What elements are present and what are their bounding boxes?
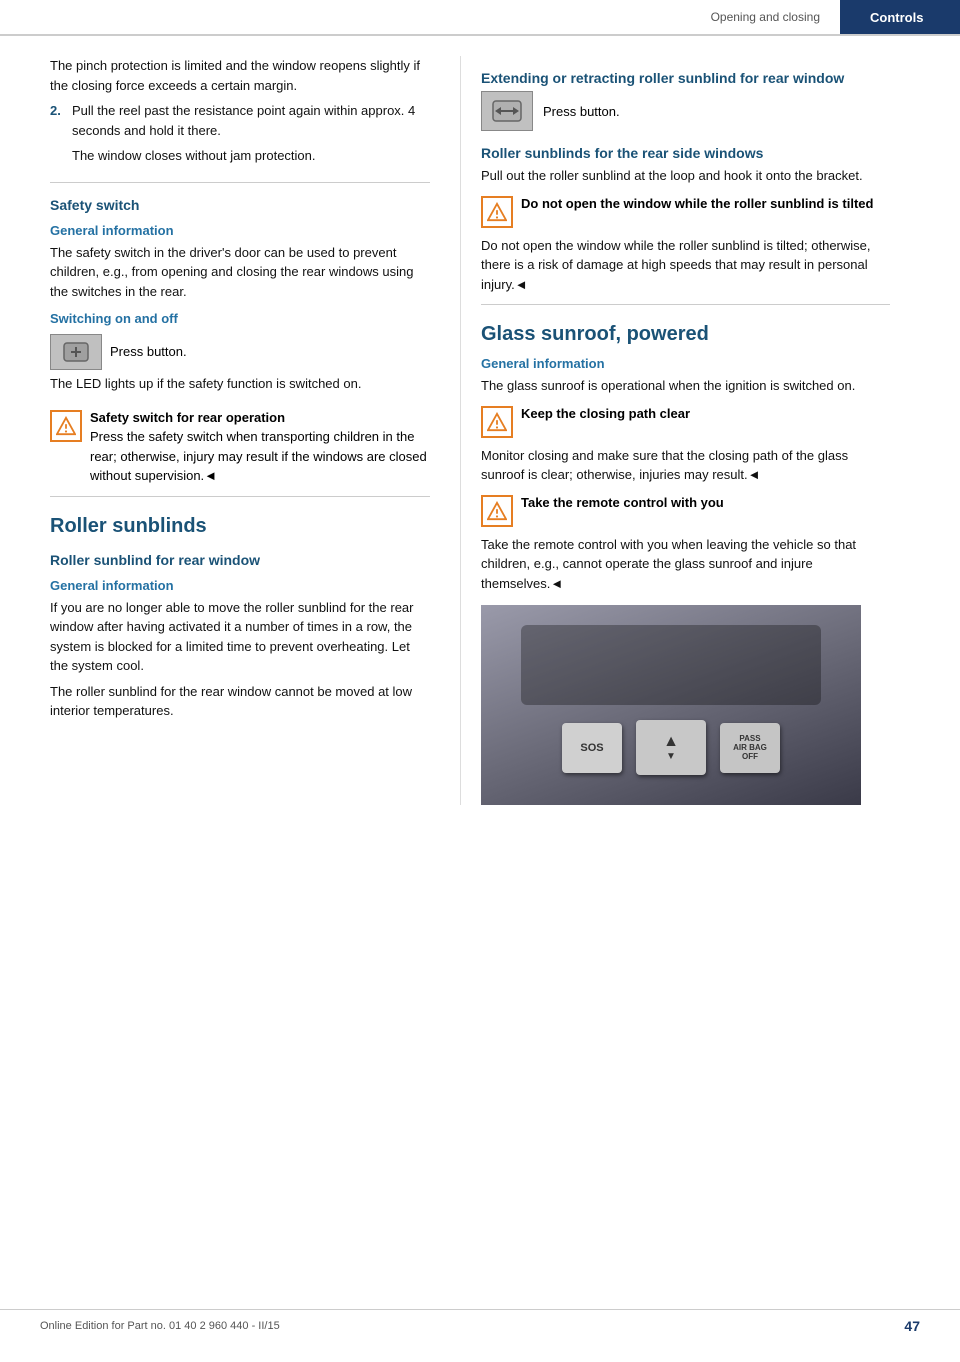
warning-title-closing: Keep the closing path clear — [521, 406, 690, 421]
extending-button-image — [481, 91, 533, 131]
glass-sunroof-title: Glass sunroof, powered — [481, 323, 890, 346]
sunroof-control-btn: ▲ ▼ — [636, 720, 706, 775]
intro-text-1: The pinch protection is limited and the … — [50, 56, 430, 95]
extending-button-row: Press button. — [481, 91, 890, 131]
divider-right-1 — [481, 304, 890, 305]
safety-general-info-text: The safety switch in the driver's door c… — [50, 243, 430, 302]
step-2: 2. Pull the reel past the resistance poi… — [50, 101, 430, 172]
roller-para-1: If you are no longer able to move the ro… — [50, 598, 430, 676]
safety-switch-icon — [62, 341, 90, 363]
safety-switch-title: Safety switch — [50, 197, 430, 213]
warning-text-closing: Keep the closing path clear — [521, 404, 890, 424]
left-column: The pinch protection is limited and the … — [0, 56, 460, 805]
safety-general-info-title: General information — [50, 223, 430, 238]
warning-text-remote: Take the remote control with you — [521, 493, 890, 513]
footer: Online Edition for Part no. 01 40 2 960 … — [0, 1309, 960, 1342]
roller-general-info-title: General information — [50, 578, 430, 593]
divider-2 — [50, 496, 430, 497]
roller-sunblinds-title: Roller sunblinds — [50, 515, 430, 538]
warning-title-roller: Do not open the window while the roller … — [521, 196, 873, 211]
step-2-text: Pull the reel past the resistance point … — [72, 101, 430, 172]
header: Opening and closing Controls — [0, 0, 960, 36]
warning-title-remote: Take the remote control with you — [521, 495, 724, 510]
sunroof-inner: SOS ▲ ▼ PASSAIR BAGOFF — [481, 605, 861, 805]
safety-press-label: Press button. — [110, 342, 187, 362]
roller-rear-window-title: Roller sunblind for rear window — [50, 552, 430, 568]
warning-triangle-icon-3 — [487, 412, 507, 432]
warning-triangle-icon-2 — [487, 202, 507, 222]
sunblind-extend-icon — [491, 97, 523, 125]
warning-remote-para: Take the remote control with you when le… — [481, 535, 890, 594]
controls-text: Controls — [870, 10, 923, 25]
footer-online-edition: Online Edition for Part no. 01 40 2 960 … — [40, 1320, 280, 1332]
warning-icon-remote — [481, 495, 513, 527]
warning-icon-roller — [481, 196, 513, 228]
warning-closing-para: Monitor closing and make sure that the c… — [481, 446, 890, 485]
extending-press-text: Press button. — [543, 104, 620, 119]
rear-side-title: Roller sunblinds for the rear side windo… — [481, 145, 890, 161]
warning-text-safety: Safety switch for rear operation Press t… — [90, 408, 430, 486]
warning-triangle-icon-4 — [487, 501, 507, 521]
pass-airbag-btn: PASSAIR BAGOFF — [720, 723, 780, 773]
warning-box-roller: Do not open the window while the roller … — [481, 194, 890, 228]
warning-box-closing: Keep the closing path clear — [481, 404, 890, 438]
warning-body-safety: Press the safety switch when transportin… — [90, 429, 427, 483]
warning-box-remote: Take the remote control with you — [481, 493, 890, 527]
sos-button: SOS — [562, 723, 622, 773]
warning-icon-safety — [50, 410, 82, 442]
step-2-number: 2. — [50, 101, 72, 172]
glass-general-info-title: General information — [481, 356, 890, 371]
divider-1 — [50, 182, 430, 183]
warning-title-safety: Safety switch for rear operation — [90, 410, 285, 425]
end-mark-1: ◄ — [204, 468, 217, 483]
opening-closing-text: Opening and closing — [711, 10, 820, 24]
warning-icon-closing — [481, 406, 513, 438]
sunroof-image: SOS ▲ ▼ PASSAIR BAGOFF — [481, 605, 861, 805]
warning-triangle-icon — [56, 416, 76, 436]
page-number: 47 — [904, 1318, 920, 1334]
right-column: Extending or retracting roller sunblind … — [460, 56, 920, 805]
warning-text-roller: Do not open the window while the roller … — [521, 194, 890, 214]
warning-roller-para: Do not open the window while the roller … — [481, 236, 890, 295]
page-container: Opening and closing Controls The pinch p… — [0, 0, 960, 1362]
roller-para-2: The roller sunblind for the rear window … — [50, 682, 430, 721]
header-opening-label: Opening and closing — [0, 0, 840, 34]
header-controls-label: Controls — [840, 0, 960, 34]
safety-led-text: The LED lights up if the safety function… — [50, 374, 361, 394]
warning-box-safety: Safety switch for rear operation Press t… — [50, 408, 430, 486]
glass-general-info-text: The glass sunroof is operational when th… — [481, 376, 890, 396]
safety-press-button-row: Press button. The LED lights up if the s… — [50, 334, 430, 400]
safety-press-button-text: Press button. The LED lights up if the s… — [50, 334, 361, 400]
extending-title: Extending or retracting roller sunblind … — [481, 70, 890, 86]
rear-side-text: Pull out the roller sunblind at the loop… — [481, 166, 890, 186]
content-area: The pinch protection is limited and the … — [0, 36, 960, 805]
switching-on-off-title: Switching on and off — [50, 311, 430, 326]
